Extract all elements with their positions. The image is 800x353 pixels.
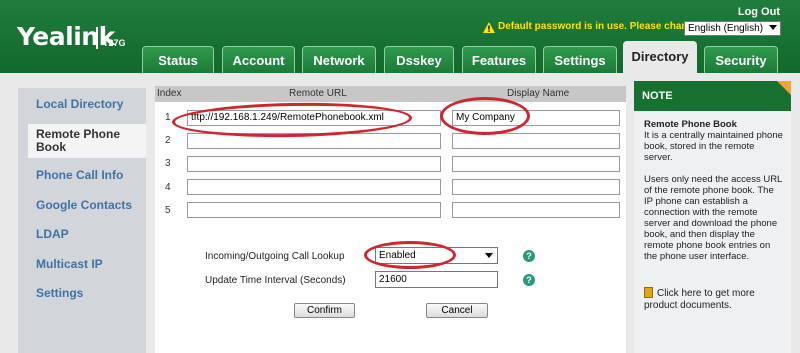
note-panel: NOTE Remote Phone Book It is a centrally… (634, 81, 791, 353)
remote-url-field[interactable]: tftp://192.168.1.249/RemotePhonebook.xml (187, 110, 441, 126)
update-interval-field[interactable]: 21600 (375, 271, 498, 288)
row-index: 2 (165, 135, 171, 146)
sidebar-item-google-contacts[interactable]: Google Contacts (18, 198, 146, 212)
row-index: 1 (165, 112, 171, 123)
warning-icon (483, 22, 495, 33)
sidebar-item-settings[interactable]: Settings (18, 286, 146, 300)
call-lookup-select[interactable]: Enabled (375, 247, 498, 264)
note-heading: NOTE (634, 81, 791, 111)
help-icon[interactable]: ? (523, 250, 535, 262)
tab-dsskey[interactable]: Dsskey (384, 46, 454, 73)
tab-features[interactable]: Features (462, 46, 536, 73)
row-index: 4 (165, 182, 171, 193)
note-corner-fold (777, 81, 791, 95)
main-tabs: Status Account Network Dsskey Features S… (0, 41, 800, 73)
confirm-button[interactable]: Confirm (294, 303, 355, 318)
column-remote-url: Remote URL (289, 88, 347, 99)
documents-link-text: Click here to get more product documents… (644, 288, 755, 311)
chevron-down-icon (769, 25, 777, 30)
tab-security[interactable]: Security (704, 46, 778, 73)
display-name-field[interactable] (452, 133, 620, 149)
remote-url-field[interactable] (187, 133, 441, 149)
tab-directory[interactable]: Directory (623, 41, 697, 73)
sidebar-item-phone-call-info[interactable]: Phone Call Info (18, 168, 146, 182)
column-index: Index (157, 88, 182, 99)
remote-url-field[interactable] (187, 156, 441, 172)
sidebar-item-local-directory[interactable]: Local Directory (18, 97, 146, 111)
display-name-field[interactable] (452, 202, 620, 218)
note-paragraph: It is a centrally maintained phone book,… (644, 130, 783, 163)
default-password-warning[interactable]: Default password is in use. Please chang… (498, 21, 703, 32)
sidebar-item-remote-phone-book[interactable]: Remote Phone Book (28, 124, 146, 158)
remote-url-field[interactable] (187, 179, 441, 195)
sidebar: Local Directory Remote Phone Book Phone … (18, 88, 146, 353)
tab-status[interactable]: Status (142, 46, 214, 73)
language-select[interactable]: English (English) (684, 21, 781, 36)
help-icon[interactable]: ? (523, 274, 535, 286)
tab-settings[interactable]: Settings (543, 46, 617, 73)
documents-link[interactable]: Click here to get more product documents… (644, 287, 784, 312)
display-name-field[interactable]: My Company (452, 110, 620, 126)
call-lookup-label: Incoming/Outgoing Call Lookup (205, 251, 345, 262)
top-header: Yealink T27G Log Out Default password is… (0, 0, 800, 73)
row-index: 5 (165, 205, 171, 216)
remote-url-field[interactable] (187, 202, 441, 218)
update-interval-label: Update Time Interval (Seconds) (205, 275, 346, 286)
display-name-field[interactable] (452, 156, 620, 172)
cancel-button[interactable]: Cancel (426, 303, 488, 318)
remote-phonebook-panel: Index Remote URL Display Name 1 tftp://1… (155, 86, 626, 353)
note-body: Remote Phone Book It is a centrally main… (644, 119, 784, 262)
document-icon (644, 287, 653, 298)
sidebar-item-ldap[interactable]: LDAP (18, 227, 146, 241)
tab-account[interactable]: Account (222, 46, 295, 73)
note-paragraph: Users only need the access URL of the re… (644, 174, 782, 262)
tab-network[interactable]: Network (302, 46, 376, 73)
logout-link[interactable]: Log Out (738, 6, 780, 18)
table-header: Index Remote URL Display Name (155, 86, 626, 102)
display-name-field[interactable] (452, 179, 620, 195)
note-title: Remote Phone Book (644, 119, 737, 130)
language-value: English (English) (688, 23, 764, 34)
column-display-name: Display Name (507, 88, 570, 99)
sidebar-item-multicast-ip[interactable]: Multicast IP (18, 257, 146, 271)
call-lookup-value: Enabled (379, 250, 416, 261)
row-index: 3 (165, 158, 171, 169)
chevron-down-icon (485, 253, 493, 258)
